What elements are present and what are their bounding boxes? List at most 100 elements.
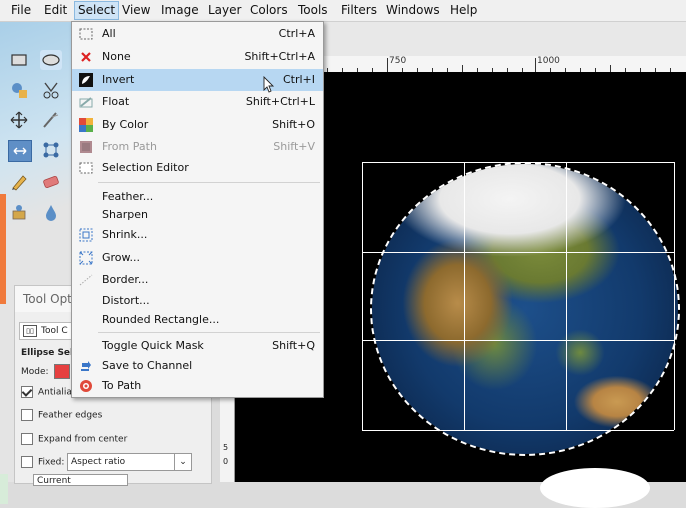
feather-option[interactable]: Feather edges [21,409,102,421]
ellipse-select-icon[interactable] [40,50,62,70]
ruler-label: 0 [223,457,229,466]
menu-windows[interactable]: Windows [383,3,443,18]
menu-item-selection-editor[interactable]: Selection Editor [72,158,323,178]
save-to-channel-icon [78,359,93,373]
feather-label: Feather edges [38,410,103,421]
menu-separator [98,332,320,333]
menu-item-all[interactable]: All Ctrl+A [72,24,323,44]
menu-view[interactable]: View [119,3,153,18]
menu-item-to-path[interactable]: To Path [72,376,323,396]
menu-item-distort[interactable]: Distort... [72,291,323,311]
mode-replace-button[interactable] [54,364,71,379]
menu-item-label: Rounded Rectangle... [102,313,220,326]
fuzzy-select-icon[interactable] [8,80,30,100]
tool-options-icon: ▯▯ [23,324,37,337]
guide-line [674,162,675,430]
grow-icon [78,251,93,265]
ellipse-selection-marquee [370,162,680,456]
select-none-icon [78,50,93,64]
menu-item-label: Selection Editor [102,161,189,174]
pencil-icon[interactable] [8,172,30,192]
orange-strip [0,194,6,304]
antialias-option[interactable]: Antialia [21,386,72,398]
scale-icon[interactable] [8,140,32,162]
menu-item-shrink[interactable]: Shrink... [72,225,323,245]
menu-item-label: Distort... [102,294,150,307]
move-icon[interactable] [8,110,30,130]
eraser-icon[interactable] [40,172,62,192]
menu-image[interactable]: Image [158,3,202,18]
expand-checkbox[interactable] [21,433,33,445]
menu-item-label: Invert [102,73,135,86]
menu-item-invert[interactable]: Invert Ctrl+I [72,69,323,93]
fixed-option[interactable]: Fixed: [21,456,64,468]
invert-selection-icon [78,73,93,87]
ruler-label: 750 [389,56,407,66]
menu-item-none[interactable]: None Shift+Ctrl+A [72,47,323,67]
menu-bar: File Edit Select View Image Layer Colors… [0,0,686,22]
clone-icon[interactable] [8,202,30,222]
ruler-label: 5 [223,443,229,452]
float-icon [78,95,93,109]
fixed-checkbox[interactable] [21,456,33,468]
expand-label: Expand from center [38,434,128,445]
guide-line [362,340,674,341]
menu-filters[interactable]: Filters [338,3,380,18]
rect-select-icon[interactable] [8,50,30,70]
menu-item-shortcut: Shift+Ctrl+A [244,50,315,63]
menu-item-sharpen[interactable]: Sharpen [72,205,323,225]
select-all-icon [78,27,93,41]
select-menu: All Ctrl+A None Shift+Ctrl+A Invert Ctrl… [71,21,324,398]
horizontal-ruler: 750 1000 [322,56,686,73]
menu-item-label: Float [102,95,130,108]
from-path-icon [78,140,93,154]
menu-item-label: Border... [102,273,149,286]
menu-item-label: All [102,27,116,40]
menu-item-label: Feather... [102,190,154,203]
menu-item-from-path[interactable]: From Path Shift+V [72,137,323,157]
expand-option[interactable]: Expand from center [21,433,127,445]
by-color-icon [78,118,93,132]
guide-line [566,162,567,430]
menu-file[interactable]: File [8,3,34,18]
menu-edit[interactable]: Edit [41,3,70,18]
menu-select[interactable]: Select [74,1,120,20]
mode-label: Mode: [21,367,49,377]
menu-item-label: Toggle Quick Mask [102,339,204,352]
menu-item-feather[interactable]: Feather... [72,187,323,207]
feather-checkbox[interactable] [21,409,33,421]
ruler-label: 1000 [537,56,560,66]
vertical-ruler: 5 0 [220,395,235,482]
menu-item-border[interactable]: Border... [72,270,323,290]
blur-icon[interactable] [40,202,62,222]
paths-icon[interactable] [40,110,62,130]
menu-item-label: By Color [102,118,149,131]
current-label: Current [37,476,71,486]
menu-item-float[interactable]: Float Shift+Ctrl+L [72,92,323,112]
cage-transform-icon[interactable] [40,140,62,160]
menu-item-by-color[interactable]: By Color Shift+O [72,115,323,135]
fixed-value: Aspect ratio [71,457,126,467]
green-strip [0,474,8,504]
menu-help[interactable]: Help [447,3,480,18]
menu-colors[interactable]: Colors [247,3,291,18]
menu-item-label: Sharpen [102,208,148,221]
scissors-select-icon[interactable] [40,80,62,100]
menu-item-label: Grow... [102,251,141,264]
menu-item-save-to-channel[interactable]: Save to Channel [72,356,323,376]
menu-item-toggle-quick-mask[interactable]: Toggle Quick Mask Shift+Q [72,336,323,356]
fixed-combo[interactable]: Aspect ratio ⌄ [67,453,192,471]
menu-tools[interactable]: Tools [295,3,331,18]
current-field[interactable]: Current [33,474,128,486]
guide-line [362,162,674,163]
guide-line [362,162,363,430]
antialias-checkbox[interactable] [21,386,33,398]
menu-item-label: From Path [102,140,157,153]
antialias-label: Antialia [38,387,72,398]
menu-item-rounded-rectangle[interactable]: Rounded Rectangle... [72,310,323,330]
chevron-down-icon[interactable]: ⌄ [174,454,191,470]
menu-item-grow[interactable]: Grow... [72,248,323,268]
image-window-topbar [322,22,686,56]
tool-header-label: Tool C [41,326,68,336]
menu-layer[interactable]: Layer [205,3,244,18]
